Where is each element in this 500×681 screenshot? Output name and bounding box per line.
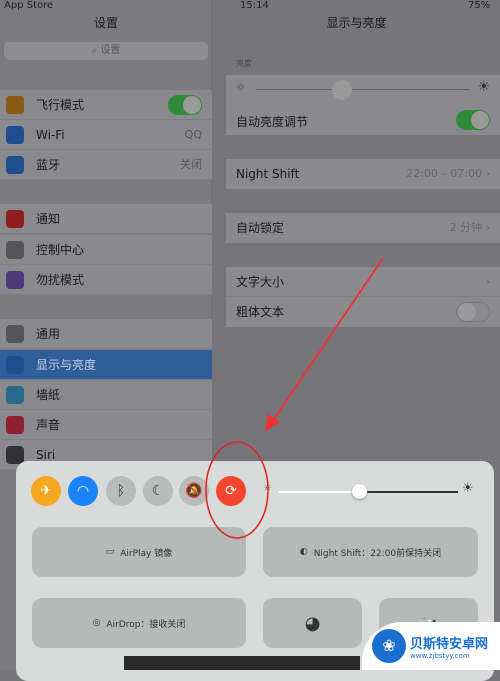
- status-time: 15:14: [240, 0, 269, 11]
- viewer-toolbar: [124, 656, 360, 670]
- annotation-circle: [205, 441, 269, 539]
- watermark-logo: ❀: [372, 629, 406, 663]
- watermark-url: www.zjbstyy.com: [410, 651, 470, 660]
- watermark-name: 贝斯特安卓网: [410, 636, 489, 652]
- status-battery: 75%: [468, 0, 491, 11]
- watermark: ❀ 贝斯特安卓网 www.zjbstyy.com: [362, 622, 500, 670]
- status-carrier: App Store: [4, 0, 54, 11]
